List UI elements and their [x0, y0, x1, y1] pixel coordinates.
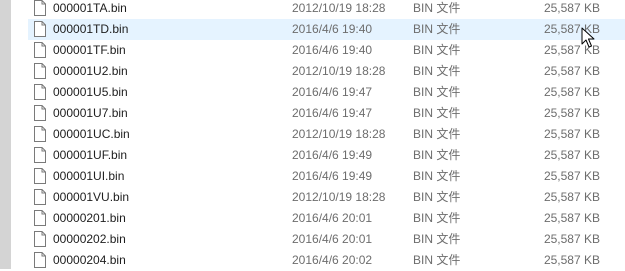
file-icon — [34, 252, 46, 268]
file-row[interactable]: 000001UI.bin 2016/4/6 19:49 BIN 文件 25,58… — [28, 166, 625, 187]
file-name: 00000204.bin — [53, 253, 126, 267]
file-type: BIN 文件 — [413, 211, 461, 225]
file-type: BIN 文件 — [413, 232, 461, 246]
file-name: 000001UF.bin — [53, 148, 128, 162]
file-modified-date: 2016/4/6 19:40 — [292, 43, 373, 57]
file-size: 25,587 KB — [543, 190, 600, 204]
file-row[interactable]: 000001U2.bin 2012/10/19 18:28 BIN 文件 25,… — [28, 61, 625, 82]
file-modified-date: 2012/10/19 18:28 — [292, 64, 386, 78]
file-name: 000001VU.bin — [53, 190, 130, 204]
file-size: 25,587 KB — [543, 253, 600, 267]
pane-gap — [11, 0, 28, 269]
file-row[interactable]: 000001TF.bin 2016/4/6 19:40 BIN 文件 25,58… — [28, 40, 625, 61]
file-size: 25,587 KB — [543, 127, 600, 141]
file-type: BIN 文件 — [413, 22, 461, 36]
file-row[interactable]: 000001TD.bin 2016/4/6 19:40 BIN 文件 25,58… — [28, 19, 625, 40]
file-icon — [34, 0, 46, 16]
file-name: 000001UI.bin — [53, 169, 125, 183]
file-type: BIN 文件 — [413, 148, 461, 162]
file-modified-date: 2016/4/6 19:49 — [292, 148, 373, 162]
file-type: BIN 文件 — [413, 127, 461, 141]
file-size: 25,587 KB — [543, 1, 600, 15]
file-icon — [34, 189, 46, 205]
file-row[interactable]: 00000204.bin 2016/4/6 20:02 BIN 文件 25,58… — [28, 250, 625, 271]
file-type: BIN 文件 — [413, 169, 461, 183]
file-modified-date: 2016/4/6 20:02 — [292, 253, 373, 267]
file-modified-date: 2016/4/6 19:49 — [292, 169, 373, 183]
file-icon — [34, 84, 46, 100]
file-name: 000001U7.bin — [53, 106, 128, 120]
file-name: 00000201.bin — [53, 211, 126, 225]
file-name: 000001UC.bin — [53, 127, 130, 141]
navigation-pane-edge — [0, 0, 11, 269]
file-modified-date: 2016/4/6 20:01 — [292, 232, 373, 246]
file-icon — [34, 231, 46, 247]
file-row[interactable]: 000001VU.bin 2012/10/19 18:28 BIN 文件 25,… — [28, 187, 625, 208]
file-list: 000001TA.bin 2012/10/19 18:28 BIN 文件 25,… — [28, 0, 625, 271]
file-row[interactable]: 00000201.bin 2016/4/6 20:01 BIN 文件 25,58… — [28, 208, 625, 229]
file-name: 00000202.bin — [53, 232, 126, 246]
file-icon — [34, 147, 46, 163]
file-size: 25,587 KB — [543, 169, 600, 183]
file-size: 25,587 KB — [543, 211, 600, 225]
file-type: BIN 文件 — [413, 1, 461, 15]
file-type: BIN 文件 — [413, 43, 461, 57]
file-name: 000001TA.bin — [53, 1, 127, 15]
file-modified-date: 2016/4/6 19:47 — [292, 106, 373, 120]
file-modified-date: 2016/4/6 20:01 — [292, 211, 373, 225]
file-size: 25,587 KB — [543, 148, 600, 162]
file-modified-date: 2012/10/19 18:28 — [292, 127, 386, 141]
file-size: 25,587 KB — [543, 22, 600, 36]
file-icon — [34, 105, 46, 121]
file-size: 25,587 KB — [543, 232, 600, 246]
file-name: 000001TF.bin — [53, 43, 126, 57]
file-type: BIN 文件 — [413, 253, 461, 267]
file-icon — [34, 126, 46, 142]
file-modified-date: 2016/4/6 19:40 — [292, 22, 373, 36]
file-icon — [34, 168, 46, 184]
file-row[interactable]: 000001U5.bin 2016/4/6 19:47 BIN 文件 25,58… — [28, 82, 625, 103]
file-row[interactable]: 000001UF.bin 2016/4/6 19:49 BIN 文件 25,58… — [28, 145, 625, 166]
file-icon — [34, 42, 46, 58]
file-icon — [34, 63, 46, 79]
file-size: 25,587 KB — [543, 64, 600, 78]
file-type: BIN 文件 — [413, 85, 461, 99]
file-size: 25,587 KB — [543, 85, 600, 99]
file-name: 000001U2.bin — [53, 64, 128, 78]
file-row[interactable]: 000001U7.bin 2016/4/6 19:47 BIN 文件 25,58… — [28, 103, 625, 124]
file-size: 25,587 KB — [543, 43, 600, 57]
file-name: 000001TD.bin — [53, 22, 129, 36]
file-type: BIN 文件 — [413, 190, 461, 204]
file-row[interactable]: 00000202.bin 2016/4/6 20:01 BIN 文件 25,58… — [28, 229, 625, 250]
file-modified-date: 2012/10/19 18:28 — [292, 1, 386, 15]
file-icon — [34, 210, 46, 226]
file-modified-date: 2016/4/6 19:47 — [292, 85, 373, 99]
file-size: 25,587 KB — [543, 106, 600, 120]
file-name: 000001U5.bin — [53, 85, 128, 99]
file-type: BIN 文件 — [413, 106, 461, 120]
file-row[interactable]: 000001UC.bin 2012/10/19 18:28 BIN 文件 25,… — [28, 124, 625, 145]
file-type: BIN 文件 — [413, 64, 461, 78]
file-row[interactable]: 000001TA.bin 2012/10/19 18:28 BIN 文件 25,… — [28, 0, 625, 19]
file-icon — [34, 21, 46, 37]
file-modified-date: 2012/10/19 18:28 — [292, 190, 386, 204]
